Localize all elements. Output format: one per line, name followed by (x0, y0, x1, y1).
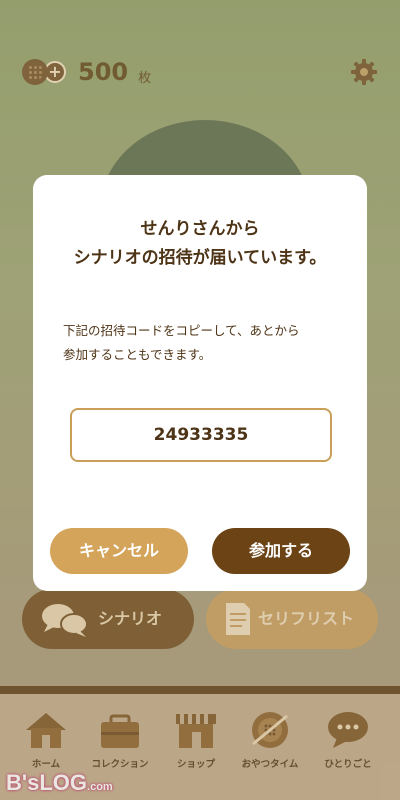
dialog-title-line2: シナリオの招待が届いています。 (73, 248, 327, 268)
dialog-title: せんりさんから シナリオの招待が届いています。 (33, 215, 367, 273)
dialog-body-line1: 下記の招待コードをコピーして、あとから (63, 323, 300, 338)
cancel-button[interactable]: キャンセル (50, 528, 188, 574)
invite-code-field[interactable]: 24933335 (70, 408, 332, 462)
join-button[interactable]: 参加する (212, 528, 350, 574)
dialog-title-line1: せんりさんから (140, 219, 260, 239)
dialog-body: 下記の招待コードをコピーして、あとから 参加することもできます。 (63, 319, 347, 367)
invite-dialog: せんりさんから シナリオの招待が届いています。 下記の招待コードをコピーして、あ… (33, 175, 367, 591)
dialog-body-line2: 参加することもできます。 (63, 347, 212, 362)
